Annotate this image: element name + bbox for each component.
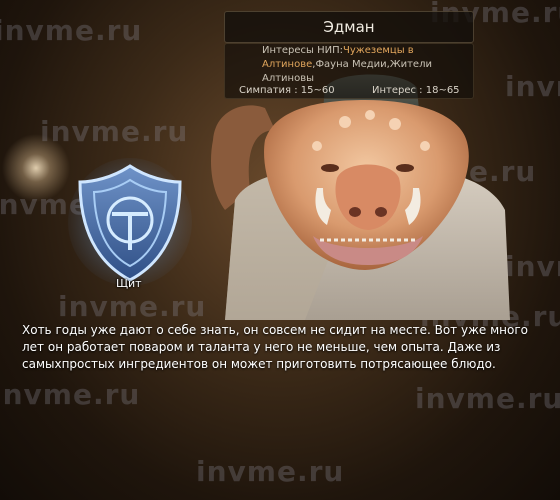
watermark: invme.ru <box>58 290 207 323</box>
watermark: invme.ru <box>196 455 345 488</box>
shield-icon <box>68 158 192 286</box>
sympathy-range: Симпатия : 15~60 <box>239 85 335 96</box>
npc-portrait <box>210 74 510 320</box>
npc-description: Хоть годы уже дают о себе знать, он совс… <box>22 323 528 371</box>
interest-range: Интерес : 18~65 <box>372 85 460 96</box>
npc-name-panel: Эдман <box>224 11 474 43</box>
watermark: invme.ru <box>0 14 143 47</box>
npc-name: Эдман <box>323 18 375 36</box>
watermark: invme.ru <box>40 115 189 148</box>
shield-label: Щит <box>116 277 142 290</box>
npc-interests: Интересы НИП:Чужеземцы в Алтинове,Фауна … <box>262 44 467 86</box>
interests-label: Интересы НИП: <box>262 45 343 56</box>
npc-info-panel: Интересы НИП:Чужеземцы в Алтинове,Фауна … <box>224 43 474 99</box>
watermark: invme.ru <box>415 382 560 415</box>
watermark: invme.ru <box>0 378 141 411</box>
